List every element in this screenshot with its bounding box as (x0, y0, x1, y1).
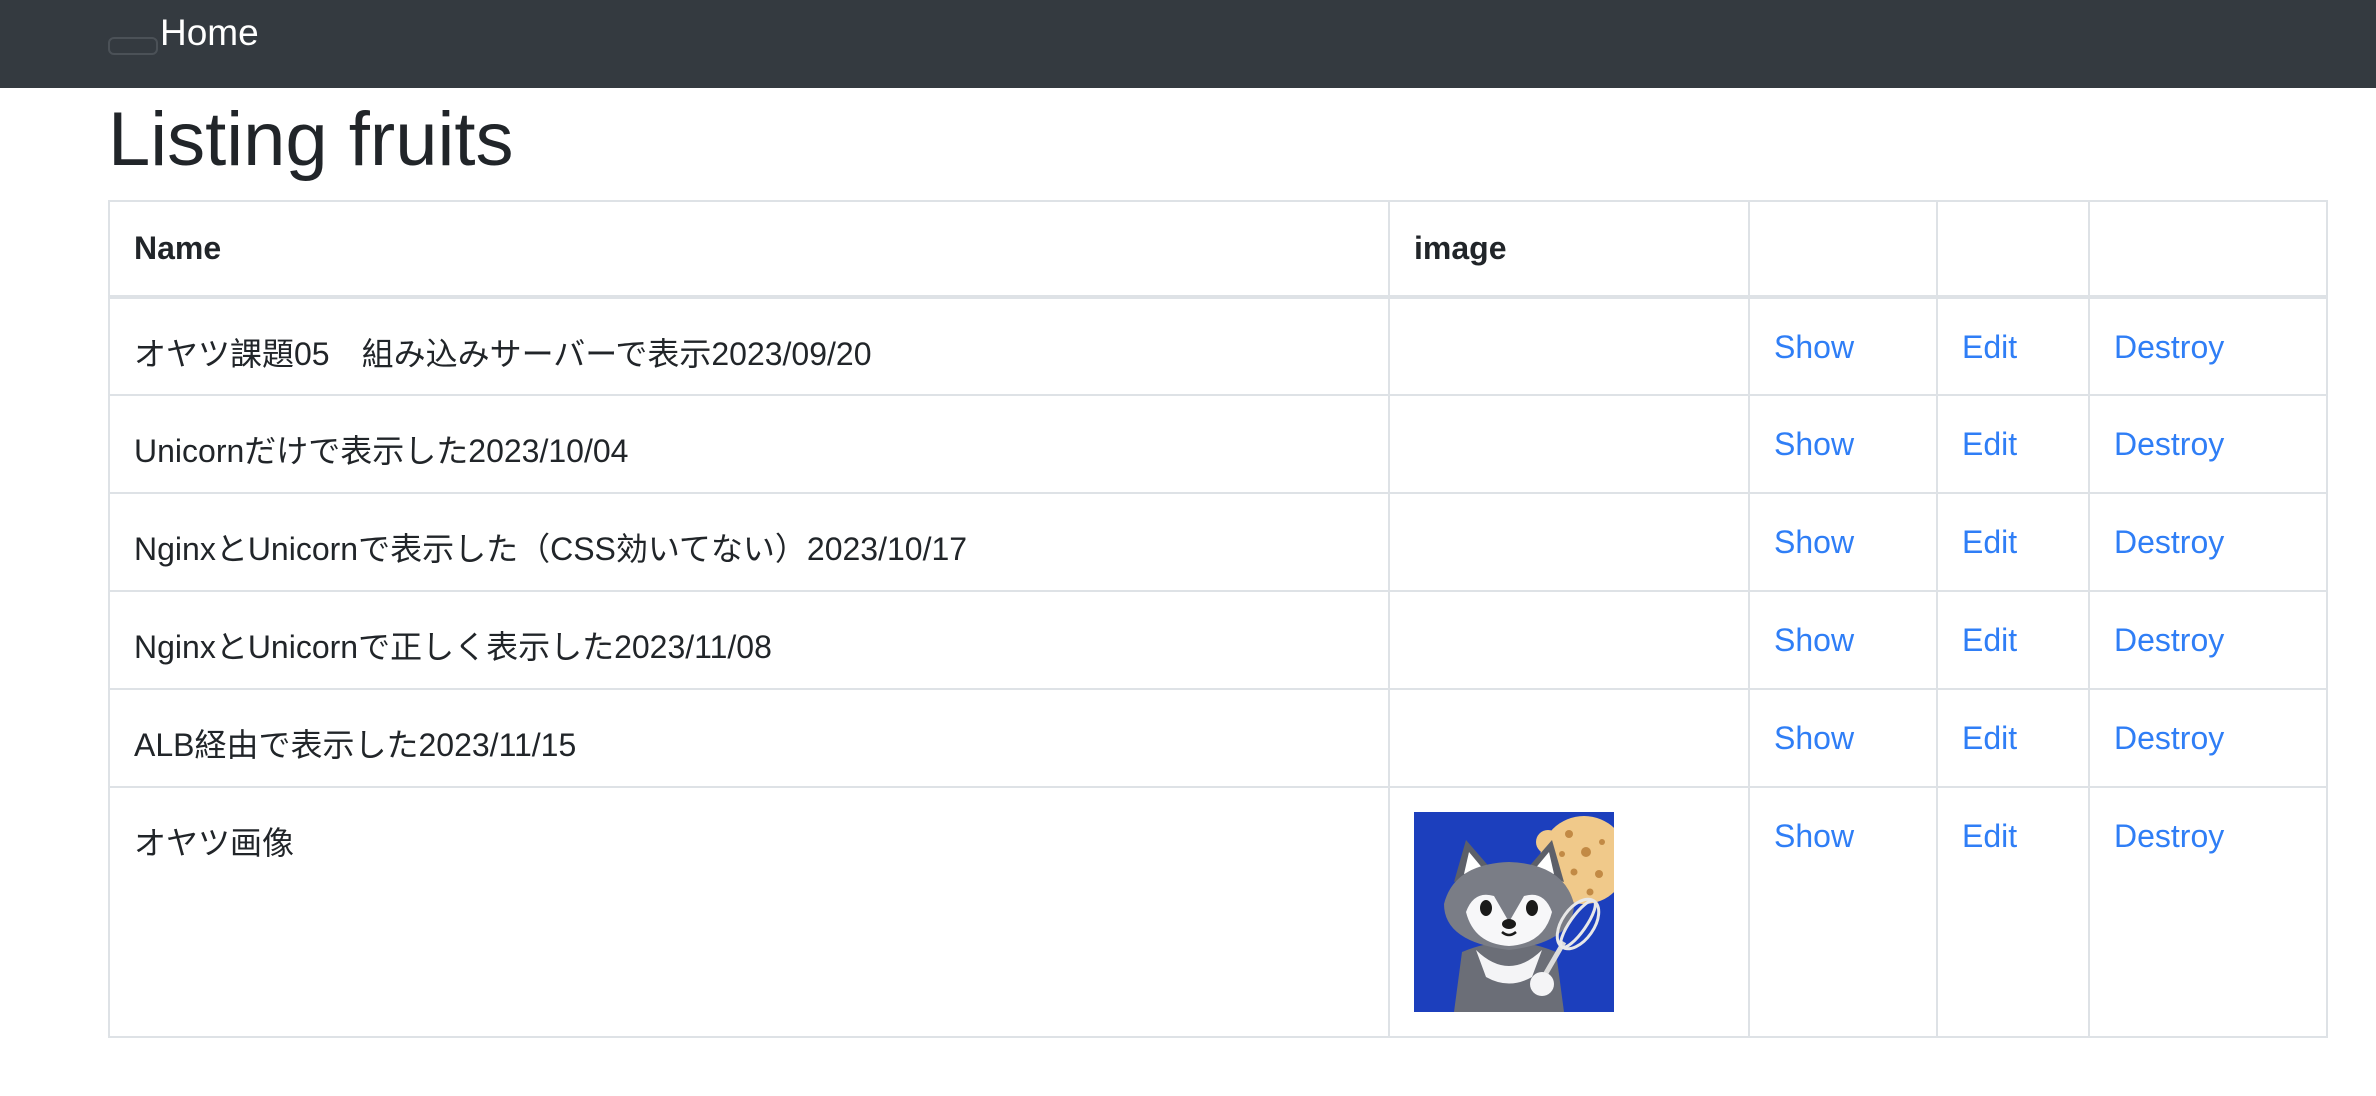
fruit-image-cell (1388, 688, 1750, 788)
fruit-name: オヤツ画像 (108, 786, 1390, 1038)
fruit-image-cell (1388, 590, 1750, 690)
fruit-name: ALB経由で表示した2023/11/15 (108, 688, 1390, 788)
edit-link[interactable]: Edit (1962, 426, 2017, 462)
show-link[interactable]: Show (1774, 329, 1854, 365)
show-link[interactable]: Show (1774, 818, 1854, 854)
page-title: Listing fruits (108, 97, 514, 182)
table-row: オヤツ課題05 組み込みサーバーで表示2023/09/20 Show Edit … (108, 296, 2328, 396)
destroy-link[interactable]: Destroy (2114, 622, 2224, 658)
table-row: Unicornだけで表示した2023/10/04 Show Edit Destr… (108, 394, 2328, 494)
header-destroy (2088, 200, 2328, 299)
edit-link[interactable]: Edit (1962, 329, 2017, 365)
destroy-link[interactable]: Destroy (2114, 720, 2224, 756)
table-row: オヤツ画像 Show Edit Destroy (108, 786, 2328, 1038)
table-row: NginxとUnicornで正しく表示した2023/11/08 Show Edi… (108, 590, 2328, 690)
edit-link[interactable]: Edit (1962, 720, 2017, 756)
fruit-name: オヤツ課題05 組み込みサーバーで表示2023/09/20 (108, 296, 1390, 396)
header-image: image (1388, 200, 1750, 299)
edit-link[interactable]: Edit (1962, 818, 2017, 854)
fruit-name: NginxとUnicornで表示した（CSS効いてない）2023/10/17 (108, 492, 1390, 592)
show-link[interactable]: Show (1774, 524, 1854, 560)
fruit-image-cell (1388, 394, 1750, 494)
edit-link[interactable]: Edit (1962, 622, 2017, 658)
header-name: Name (108, 200, 1390, 299)
show-link[interactable]: Show (1774, 622, 1854, 658)
edit-link[interactable]: Edit (1962, 524, 2017, 560)
fruit-image-cell (1388, 492, 1750, 592)
fruit-image-cell (1388, 296, 1750, 396)
fruits-table: Name image オヤツ課題05 組み込みサーバーで表示2023/09/20… (108, 200, 2328, 1038)
destroy-link[interactable]: Destroy (2114, 329, 2224, 365)
table-header-row: Name image (108, 200, 2328, 299)
fruit-name: NginxとUnicornで正しく表示した2023/11/08 (108, 590, 1390, 690)
destroy-link[interactable]: Destroy (2114, 818, 2224, 854)
destroy-link[interactable]: Destroy (2114, 524, 2224, 560)
show-link[interactable]: Show (1774, 720, 1854, 756)
raccoon-chef-icon (1414, 812, 1614, 1012)
navbar: Home (0, 0, 2376, 88)
fruit-name: Unicornだけで表示した2023/10/04 (108, 394, 1390, 494)
header-show (1748, 200, 1938, 299)
table-row: ALB経由で表示した2023/11/15 Show Edit Destroy (108, 688, 2328, 788)
table-row: NginxとUnicornで表示した（CSS効いてない）2023/10/17 S… (108, 492, 2328, 592)
header-edit (1936, 200, 2090, 299)
show-link[interactable]: Show (1774, 426, 1854, 462)
navbar-toggler-button[interactable] (108, 37, 158, 55)
fruit-image-cell (1388, 786, 1750, 1038)
home-link[interactable]: Home (160, 10, 259, 56)
destroy-link[interactable]: Destroy (2114, 426, 2224, 462)
